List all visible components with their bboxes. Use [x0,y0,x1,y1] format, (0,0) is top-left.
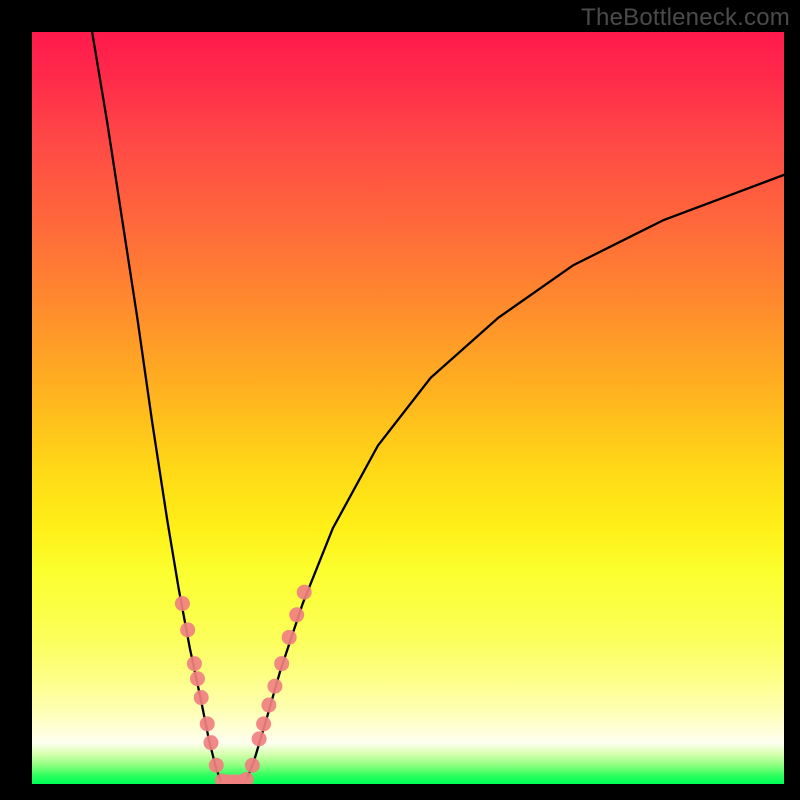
marker-dot [180,622,195,637]
marker-dot [267,679,282,694]
watermark-text: TheBottleneck.com [581,4,790,32]
marker-dot [256,716,271,731]
marker-dot [252,731,267,746]
marker-dot [282,630,297,645]
marker-dot [261,698,276,713]
marker-dot [274,656,289,671]
marker-dot [203,735,218,750]
marker-dot [209,758,224,773]
curve-layer [32,32,784,784]
marker-dots [175,585,312,784]
marker-dot [297,585,312,600]
marker-dot [245,758,260,773]
marker-dot [200,716,215,731]
marker-dot [194,690,209,705]
marker-dot [190,671,205,686]
chart-stage: TheBottleneck.com [0,0,800,800]
right-curve [245,175,784,784]
marker-dot [239,772,254,784]
marker-dot [175,596,190,611]
plot-area [32,32,784,784]
marker-dot [187,656,202,671]
left-curve [92,32,222,784]
marker-dot [289,607,304,622]
